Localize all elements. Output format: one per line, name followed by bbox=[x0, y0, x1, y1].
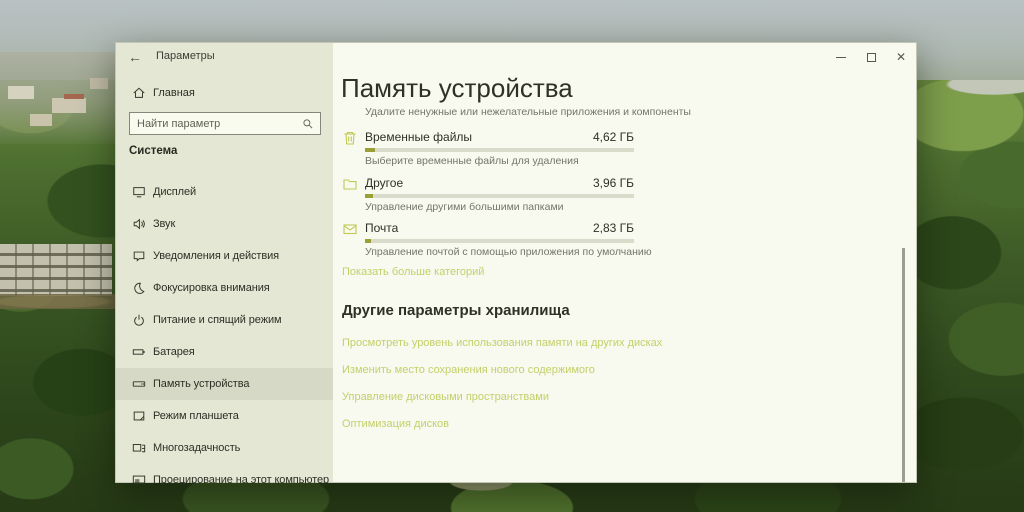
sidebar-section-system: Система bbox=[129, 145, 177, 157]
power-icon bbox=[132, 313, 146, 327]
sidebar-item-focus-assist[interactable]: Фокусировка внимания bbox=[116, 272, 333, 304]
sidebar-item-projecting[interactable]: Проецирование на этот компьютер bbox=[116, 464, 333, 496]
wallpaper-building bbox=[8, 86, 34, 99]
maximize-icon bbox=[867, 53, 876, 62]
wallpaper-building bbox=[52, 98, 86, 113]
projecting-icon bbox=[132, 473, 146, 487]
sidebar-item-display[interactable]: Дисплей bbox=[116, 176, 333, 208]
optimize-drives-link[interactable]: Оптимизация дисков bbox=[342, 418, 449, 430]
category-usage-bar bbox=[365, 148, 634, 152]
content-scrollbar[interactable] bbox=[902, 248, 905, 482]
change-save-location-link[interactable]: Изменить место сохранения нового содержи… bbox=[342, 364, 595, 376]
sidebar-item-storage[interactable]: Память устройства bbox=[116, 368, 333, 400]
category-usage-bar-fill bbox=[365, 148, 375, 152]
view-storage-usage-link[interactable]: Просмотреть уровень использования памяти… bbox=[342, 337, 662, 349]
wallpaper-dirt-patch bbox=[0, 294, 132, 309]
storage-settings-page: ✕ Память устройства Удалите ненужные или… bbox=[333, 43, 916, 482]
sound-icon bbox=[132, 217, 146, 231]
category-usage-bar bbox=[365, 194, 634, 198]
sidebar-item-label: Главная bbox=[153, 87, 195, 99]
sidebar-item-label: Питание и спящий режим bbox=[153, 314, 281, 326]
home-icon bbox=[132, 86, 146, 100]
close-icon: ✕ bbox=[896, 51, 906, 63]
mail-icon bbox=[342, 221, 358, 237]
battery-icon bbox=[132, 345, 146, 359]
display-icon bbox=[132, 185, 146, 199]
category-description: Управление другими большими папками bbox=[365, 201, 564, 213]
sidebar-item-label: Фокусировка внимания bbox=[153, 282, 270, 294]
window-title: Параметры bbox=[156, 50, 215, 62]
sidebar-item-label: Звук bbox=[153, 218, 175, 230]
minimize-button[interactable] bbox=[826, 43, 856, 71]
multitasking-icon bbox=[132, 441, 146, 455]
sidebar-item-label: Батарея bbox=[153, 346, 195, 358]
page-title: Память устройства bbox=[341, 73, 573, 104]
settings-sidebar: ← Параметры Главная Система bbox=[116, 43, 333, 482]
manage-storage-spaces-link[interactable]: Управление дисковыми пространствами bbox=[342, 391, 549, 403]
window-caption-buttons: ✕ bbox=[826, 43, 916, 71]
category-description: Выберите временные файлы для удаления bbox=[365, 155, 579, 167]
notifications-icon bbox=[132, 249, 146, 263]
category-size: 2,83 ГБ bbox=[365, 221, 634, 235]
sidebar-item-label: Режим планшета bbox=[153, 410, 239, 422]
other-storage-settings-title: Другие параметры хранилища bbox=[342, 302, 570, 319]
show-more-categories-link[interactable]: Показать больше категорий bbox=[342, 266, 484, 278]
sidebar-item-label: Многозадачность bbox=[153, 442, 240, 454]
search-icon[interactable] bbox=[302, 118, 314, 130]
folder-icon bbox=[342, 176, 358, 192]
wallpaper-building bbox=[90, 78, 108, 89]
category-usage-bar-fill bbox=[365, 239, 371, 243]
sidebar-item-sound[interactable]: Звук bbox=[116, 208, 333, 240]
wallpaper-construction-building bbox=[0, 244, 112, 296]
settings-window: ← Параметры Главная Система bbox=[115, 42, 917, 483]
sidebar-item-label: Память устройства bbox=[153, 378, 249, 390]
tablet-icon bbox=[132, 409, 146, 423]
sidebar-item-tablet-mode[interactable]: Режим планшета bbox=[116, 400, 333, 432]
sidebar-item-power-sleep[interactable]: Питание и спящий режим bbox=[116, 304, 333, 336]
sidebar-item-multitasking[interactable]: Многозадачность bbox=[116, 432, 333, 464]
sidebar-item-label: Уведомления и действия bbox=[153, 250, 279, 262]
search-input[interactable] bbox=[130, 118, 302, 130]
sidebar-item-notifications[interactable]: Уведомления и действия bbox=[116, 240, 333, 272]
category-usage-bar-fill bbox=[365, 194, 373, 198]
trash-icon bbox=[342, 130, 358, 146]
sidebar-item-battery[interactable]: Батарея bbox=[116, 336, 333, 368]
sidebar-item-label: Проецирование на этот компьютер bbox=[153, 474, 329, 486]
sidebar-nav: Дисплей Звук Уведомления и действия bbox=[116, 176, 333, 496]
close-button[interactable]: ✕ bbox=[886, 43, 916, 71]
wallpaper-roof bbox=[64, 94, 84, 99]
sidebar-item-home[interactable]: Главная bbox=[116, 81, 333, 107]
maximize-button[interactable] bbox=[856, 43, 886, 71]
page-subtitle: Удалите ненужные или нежелательные прило… bbox=[365, 106, 691, 118]
category-size: 3,96 ГБ bbox=[365, 176, 634, 190]
category-size: 4,62 ГБ bbox=[365, 130, 634, 144]
focus-assist-icon bbox=[132, 281, 146, 295]
minimize-icon bbox=[836, 57, 846, 58]
category-usage-bar bbox=[365, 239, 634, 243]
settings-search-box[interactable] bbox=[129, 112, 321, 135]
back-button[interactable]: ← bbox=[124, 47, 146, 67]
wallpaper-building bbox=[30, 114, 52, 126]
storage-icon bbox=[132, 377, 146, 391]
category-description: Управление почтой с помощью приложения п… bbox=[365, 246, 652, 258]
sidebar-item-label: Дисплей bbox=[153, 186, 196, 198]
